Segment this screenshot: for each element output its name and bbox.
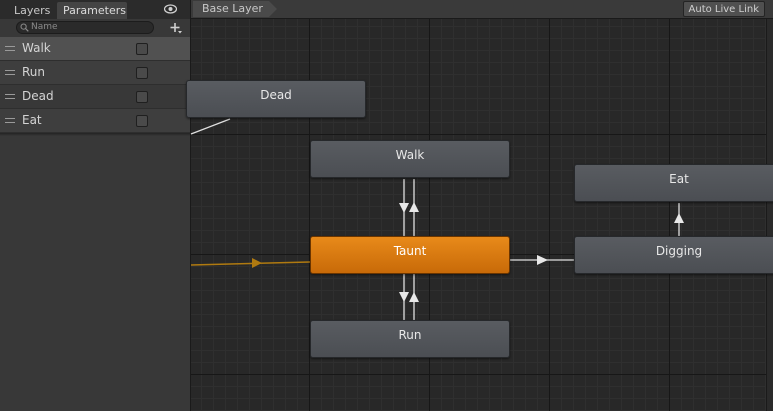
search-input[interactable] [16,21,154,34]
drag-handle-icon[interactable] [5,46,15,51]
parameter-bool-checkbox[interactable] [136,115,148,127]
parameter-row-dead[interactable]: Dead [0,85,190,109]
parameter-label: Eat [22,113,42,127]
auto-live-link-button[interactable]: Auto Live Link [682,1,765,17]
parameter-row-walk[interactable]: Walk [0,37,190,61]
search-row [0,19,190,37]
parameter-label: Run [22,65,46,79]
parameter-row-run[interactable]: Run [0,61,190,85]
parameter-bool-checkbox[interactable] [136,91,148,103]
drag-handle-icon[interactable] [5,118,15,123]
parameter-label: Dead [22,89,54,103]
breadcrumb-base-layer[interactable]: Base Layer [193,1,277,17]
state-walk[interactable]: Walk [310,140,510,178]
search-icon [20,23,29,32]
state-digging[interactable]: Digging [574,236,773,274]
panel-tabbar: Layers Parameters [0,0,190,19]
tab-layers[interactable]: Layers [8,2,56,19]
eye-icon[interactable] [164,4,177,14]
drag-handle-icon[interactable] [5,70,15,75]
state-eat[interactable]: Eat [574,164,773,202]
add-parameter-icon[interactable] [169,21,183,35]
tab-parameters[interactable]: Parameters [57,2,127,19]
graph-toolbar: Base Layer Auto Live Link [191,0,773,19]
parameters-panel: Layers Parameters Walk [0,0,191,411]
animator-window: Layers Parameters Walk [0,0,773,411]
parameter-bool-checkbox[interactable] [136,43,148,55]
parameter-bool-checkbox[interactable] [136,67,148,79]
drag-handle-icon[interactable] [5,94,15,99]
state-dead[interactable]: Dead [186,80,366,118]
state-run[interactable]: Run [310,320,510,358]
graph-scroll-edge [766,19,773,411]
parameter-list: Walk Run Dead Eat [0,37,190,133]
parameter-label: Walk [22,41,51,55]
state-taunt-default[interactable]: Taunt [310,236,510,274]
list-divider [0,133,190,136]
parameter-row-eat[interactable]: Eat [0,109,190,133]
